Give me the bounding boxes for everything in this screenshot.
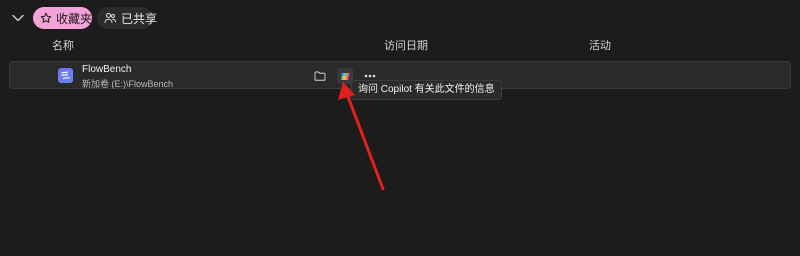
column-header-name[interactable]: 名称 [52, 37, 74, 53]
folder-icon [314, 71, 326, 81]
home-view: 收藏夹 已共享 名称 访问日期 活动 FlowBench 新加卷 (E:)\Fl… [0, 0, 800, 256]
shared-label: 已共享 [121, 11, 158, 26]
column-header-access-date[interactable]: 访问日期 [384, 37, 428, 53]
flowbench-app-icon [58, 68, 73, 83]
more-icon [364, 74, 376, 78]
open-folder-button[interactable] [312, 68, 328, 84]
column-header-activity[interactable]: 活动 [589, 37, 611, 53]
chevron-down-icon[interactable] [10, 10, 26, 26]
favorites-filter-button[interactable]: 收藏夹 [33, 7, 92, 29]
favorites-label: 收藏夹 [56, 11, 93, 26]
shared-filter-button[interactable]: 已共享 [97, 7, 157, 29]
people-icon [104, 12, 117, 24]
file-name: FlowBench [82, 64, 132, 75]
star-icon [40, 12, 52, 24]
file-path: 新加卷 (E:)\FlowBench [82, 79, 174, 89]
annotation-arrow [338, 82, 385, 191]
